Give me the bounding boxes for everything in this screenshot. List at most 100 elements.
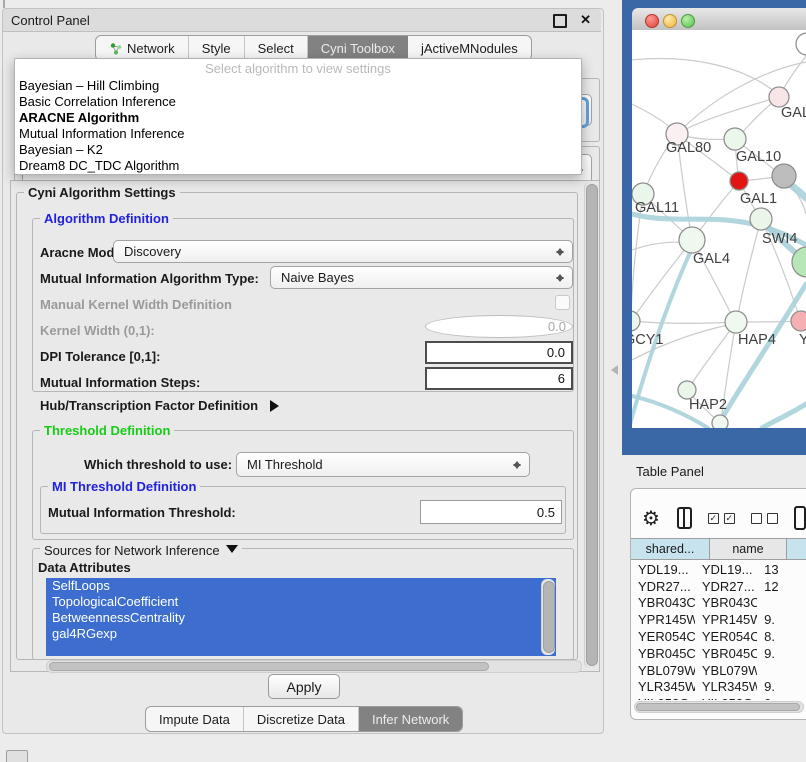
network-node-gal[interactable]	[769, 87, 789, 107]
dropdown-option[interactable]: ARACNE Algorithm	[15, 110, 581, 126]
cyni-mode-tab-bar: Impute DataDiscretize DataInfer Network	[145, 706, 463, 732]
scrollbar-thumb[interactable]	[586, 184, 598, 666]
network-edge	[632, 321, 734, 323]
table-cell: YIL052C	[695, 696, 757, 700]
group-title: Sources for Network Inference	[40, 541, 242, 558]
select-all-icon: ✓	[724, 513, 735, 524]
table-row[interactable]: YIL052CYIL052C9	[631, 695, 806, 700]
tab-style[interactable]: Style	[189, 36, 245, 60]
table-row[interactable]: YBR045CYBR045C9.	[631, 645, 806, 662]
scrollbar-thumb[interactable]	[543, 581, 555, 653]
expander-collapsed-icon	[270, 400, 285, 412]
minimize-window-icon[interactable]	[663, 14, 677, 28]
scrollbar-thumb[interactable]	[636, 703, 800, 711]
network-node-gal4[interactable]	[679, 227, 705, 253]
table-cell: YDR27...	[695, 579, 757, 594]
attribute-list-item[interactable]: BetweennessCentrality	[46, 610, 556, 626]
table-cell: YPR145W	[695, 612, 757, 627]
manual-kernel-width-checkbox[interactable]	[555, 295, 570, 310]
combo-arrows-icon	[513, 457, 521, 473]
deselect-all-icon[interactable]	[751, 513, 778, 524]
tab-cyni-toolbox[interactable]: Cyni Toolbox	[308, 36, 408, 60]
close-window-icon[interactable]	[645, 14, 659, 28]
table-row[interactable]: YDL19...YDL19...13	[631, 561, 806, 578]
network-node-gal10[interactable]	[724, 128, 746, 150]
table-horizontal-scrollbar[interactable]	[634, 701, 804, 713]
mi-steps-field[interactable]: 6	[425, 367, 573, 390]
which-threshold-combobox[interactable]: MI Threshold	[236, 452, 530, 477]
network-node-gal1[interactable]	[730, 172, 748, 190]
tab-select[interactable]: Select	[245, 36, 308, 60]
table-row[interactable]: YDR27...YDR27...12	[631, 578, 806, 595]
table-row[interactable]: YBR043CYBR043C	[631, 595, 806, 612]
tab-label: jActiveMNodules	[421, 41, 518, 56]
table-cell: 12	[757, 579, 806, 594]
network-node[interactable]	[712, 415, 728, 428]
network-node-gcy1[interactable]	[632, 311, 640, 331]
dropdown-option[interactable]: Basic Correlation Inference	[15, 94, 581, 110]
panel-splitter-handle[interactable]	[606, 365, 618, 375]
network-node-hap4[interactable]	[725, 311, 747, 333]
apply-button[interactable]: Apply	[268, 674, 340, 699]
table-row[interactable]: YER054CYER054C8.	[631, 628, 806, 645]
tab-infer-network[interactable]: Infer Network	[359, 707, 462, 731]
split-view-icon[interactable]	[677, 507, 692, 529]
data-attributes-label: Data Attributes	[38, 560, 131, 575]
network-canvas[interactable]: GALGAL80GAL10GAL1SWI4GAL11GAL4GCY1HAP4YH…	[632, 30, 806, 428]
network-node[interactable]	[772, 164, 796, 188]
dropdown-option[interactable]: Bayesian – K2	[15, 142, 581, 158]
table-page-icon[interactable]	[794, 506, 806, 530]
tab-discretize-data[interactable]: Discretize Data	[244, 707, 359, 731]
gear-icon[interactable]: ⚙	[642, 506, 660, 531]
settings-vertical-scrollbar[interactable]	[584, 182, 598, 668]
table-row[interactable]: YLR345WYLR345W9.	[631, 679, 806, 696]
scrollbar-thumb[interactable]	[49, 662, 489, 671]
table-cell: YIL052C	[631, 696, 695, 700]
dropdown-option[interactable]: Bayesian – Hill Climbing	[15, 78, 581, 94]
tab-jactivemnodules[interactable]: jActiveMNodules	[408, 36, 531, 60]
group-title: Threshold Definition	[40, 423, 174, 438]
close-panel-icon[interactable]: ✕	[580, 12, 591, 28]
network-edge-highlighted	[762, 404, 806, 428]
tab-label: Select	[258, 41, 294, 56]
table-cell: YLR345W	[695, 679, 757, 694]
column-header[interactable]: name	[710, 538, 787, 560]
float-panel-icon[interactable]	[553, 14, 567, 28]
attribute-list-item[interactable]: SelfLoops	[46, 578, 556, 594]
group-title: Cyni Algorithm Settings	[24, 185, 180, 200]
kernel-width-field[interactable]: 0.0	[425, 315, 573, 338]
zoom-window-icon[interactable]	[681, 14, 695, 28]
expander-expanded-icon[interactable]	[226, 545, 238, 559]
tab-impute-data[interactable]: Impute Data	[146, 707, 244, 731]
table-row[interactable]: YPR145WYPR145W9.	[631, 611, 806, 628]
table-header-row: shared...name	[631, 538, 806, 560]
table-cell: YBR043C	[695, 595, 757, 610]
dropdown-option[interactable]: Dream8 DC_TDC Algorithm	[15, 158, 581, 174]
mi-steps-label: Mutual Information Steps:	[40, 375, 200, 390]
attribute-list-item[interactable]: gal4RGexp	[46, 626, 556, 642]
which-threshold-value: MI Threshold	[247, 457, 323, 472]
attribute-list-item[interactable]: TopologicalCoefficient	[46, 594, 556, 610]
select-all-icon[interactable]: ✓✓	[708, 513, 735, 524]
column-header[interactable]	[787, 538, 806, 560]
which-threshold-label: Which threshold to use:	[84, 457, 232, 472]
data-attributes-list[interactable]: SelfLoopsTopologicalCoefficientBetweenne…	[46, 578, 556, 656]
mi-threshold-field[interactable]: 0.5	[420, 500, 562, 524]
dropdown-option[interactable]: Mutual Information Inference	[15, 126, 581, 142]
tab-network[interactable]: Network	[96, 36, 189, 60]
column-header[interactable]: shared...	[631, 538, 710, 560]
manual-kernel-width-label: Manual Kernel Width Definition	[40, 297, 232, 312]
network-edge	[632, 240, 692, 320]
control-panel-title: Control Panel	[11, 13, 90, 28]
dpi-tolerance-field[interactable]: 0.0	[425, 341, 573, 364]
list-vertical-scrollbar[interactable]	[541, 579, 555, 655]
network-node-swi4[interactable]	[750, 208, 772, 230]
table-cell: 13	[757, 562, 806, 577]
hub-definition-expander[interactable]: Hub/Transcription Factor Definition	[40, 398, 285, 413]
mi-algorithm-type-combobox[interactable]: Naive Bayes	[270, 266, 573, 289]
aracne-mode-combobox[interactable]: Discovery	[113, 240, 573, 263]
settings-horizontal-scrollbar[interactable]	[46, 660, 582, 673]
network-node-y[interactable]	[791, 311, 806, 331]
network-node[interactable]	[796, 33, 806, 55]
table-row[interactable]: YBL079WYBL079W	[631, 662, 806, 679]
